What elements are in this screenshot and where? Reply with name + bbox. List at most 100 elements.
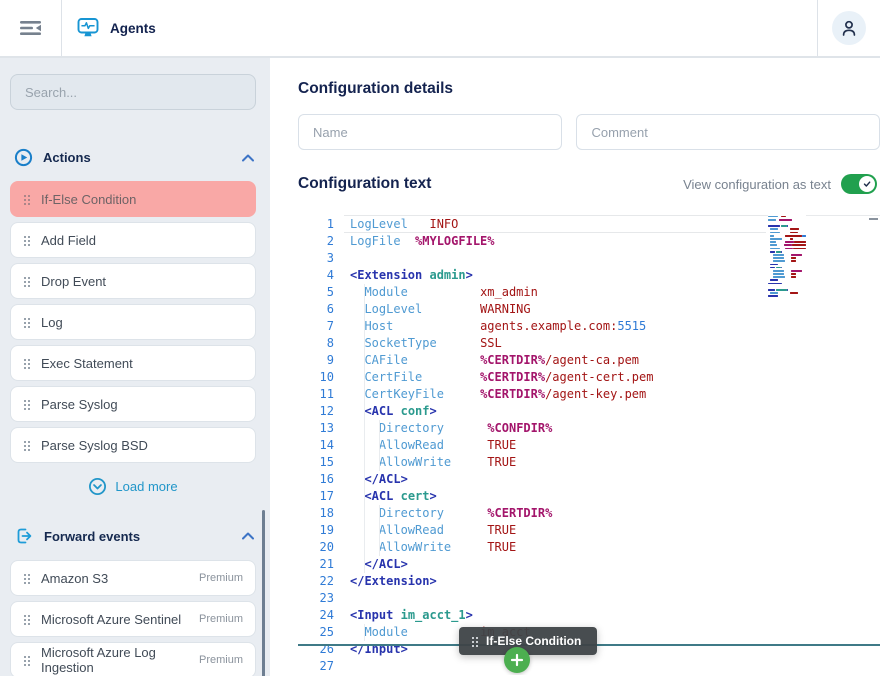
sidebar-item-if-else-condition[interactable]: If-Else Condition: [10, 181, 256, 217]
minimap-mark: [784, 257, 791, 259]
token-att: admin: [429, 268, 465, 282]
agents-monitor-icon: [76, 16, 100, 40]
code-text: LogLevel WARNING: [350, 301, 531, 318]
minimap-mark: [791, 260, 796, 262]
indent-guide: [364, 624, 365, 641]
token-pl: [350, 557, 364, 571]
minimap-mark: [777, 244, 784, 246]
token-val: /agent-ca.pem: [545, 353, 639, 367]
code-line[interactable]: 20 AllowWrite TRUE: [298, 539, 880, 556]
code-line[interactable]: 8 SocketType SSL: [298, 335, 880, 352]
minimap-mark: [791, 257, 796, 259]
indent-guide: [364, 471, 365, 488]
code-line[interactable]: 21 </ACL>: [298, 556, 880, 573]
chevron-up-icon[interactable]: [242, 532, 254, 540]
sidebar-item-parse-syslog-bsd[interactable]: Parse Syslog BSD: [10, 427, 256, 463]
indent-guide: [364, 522, 365, 539]
minimap-mark: [782, 238, 789, 240]
sidebar-item-exec-statement[interactable]: Exec Statement: [10, 345, 256, 381]
sidebar-section-actions-header[interactable]: Actions: [14, 148, 254, 167]
line-number: 13: [298, 420, 334, 437]
indent-guide: [364, 335, 365, 352]
token-val: xm_admin: [480, 285, 538, 299]
token-mac: %CERTDIR%: [480, 370, 545, 384]
line-number: 12: [298, 403, 334, 420]
code-text: <Extension admin>: [350, 267, 473, 284]
token-val: /agent-cert.pem: [545, 370, 653, 384]
name-field[interactable]: [298, 114, 562, 150]
sidebar-item-amazon-s3[interactable]: Amazon S3Premium: [10, 560, 256, 596]
comment-field[interactable]: [576, 114, 880, 150]
code-text: Directory %CONFDIR%: [350, 420, 552, 437]
token-kw: Directory: [379, 506, 444, 520]
item-label: Microsoft Azure Log Ingestion: [41, 645, 188, 675]
code-line[interactable]: 11 CertKeyFile %CERTDIR%/agent-key.pem: [298, 386, 880, 403]
code-line[interactable]: 15 AllowWrite TRUE: [298, 454, 880, 471]
add-drop-indicator: [504, 647, 530, 673]
code-line[interactable]: 18 Directory %CERTDIR%: [298, 505, 880, 522]
token-kw: AllowRead: [379, 438, 444, 452]
token-pl: [444, 506, 487, 520]
minimap-mark: [773, 257, 784, 259]
view-as-text-toggle[interactable]: [841, 174, 877, 194]
code-line[interactable]: 10 CertFile %CERTDIR%/agent-cert.pem: [298, 369, 880, 386]
sidebar-item-log[interactable]: Log: [10, 304, 256, 340]
token-pl: [408, 353, 480, 367]
sidebar-item-parse-syslog[interactable]: Parse Syslog: [10, 386, 256, 422]
sidebar-item-microsoft-azure-log-ingestion[interactable]: Microsoft Azure Log IngestionPremium: [10, 642, 256, 676]
indent-guide: [364, 454, 365, 471]
code-line[interactable]: 19 AllowRead TRUE: [298, 522, 880, 539]
forward-events-export-icon: [14, 526, 34, 546]
code-line[interactable]: 24<Input im_acct_1>: [298, 607, 880, 624]
code-line[interactable]: 9 CAFile %CERTDIR%/agent-ca.pem: [298, 352, 880, 369]
code-line[interactable]: 7 Host agents.example.com:5515: [298, 318, 880, 335]
sidebar-item-microsoft-azure-sentinel[interactable]: Microsoft Azure SentinelPremium: [10, 601, 256, 637]
indent-guide: [364, 284, 365, 301]
code-line[interactable]: 22</Extension>: [298, 573, 880, 590]
minimap-mark: [768, 219, 776, 221]
code-line[interactable]: 17 <ACL cert>: [298, 488, 880, 505]
indent-guide: [364, 301, 365, 318]
code-text: Module xm_admin: [350, 284, 538, 301]
line-number: 8: [298, 335, 334, 352]
sidebar-item-add-field[interactable]: Add Field: [10, 222, 256, 258]
minimap-mark: [784, 254, 791, 256]
chevron-up-icon[interactable]: [242, 154, 254, 162]
indent-guide: [364, 539, 365, 556]
token-tag: <Extension: [350, 268, 422, 282]
user-avatar[interactable]: [832, 11, 866, 45]
minimap-mark: [778, 292, 790, 294]
code-line[interactable]: 12 <ACL conf>: [298, 403, 880, 420]
token-tag: <Input: [350, 608, 393, 622]
token-pl: [350, 353, 364, 367]
code-line[interactable]: 27: [298, 658, 880, 675]
code-line[interactable]: 14 AllowRead TRUE: [298, 437, 880, 454]
token-num: 5515: [617, 319, 646, 333]
load-more-button[interactable]: Load more: [10, 477, 256, 496]
checkmark-icon: [862, 179, 872, 189]
search-input[interactable]: [10, 74, 256, 110]
minimap-mark: [774, 235, 785, 237]
collapse-sidebar-button[interactable]: [0, 0, 62, 56]
token-tag: >: [430, 489, 437, 503]
code-line[interactable]: 13 Directory %CONFDIR%: [298, 420, 880, 437]
token-pl: [350, 370, 364, 384]
drag-handle-icon: [23, 655, 30, 666]
code-text: </ACL>: [350, 471, 408, 488]
line-number: 19: [298, 522, 334, 539]
minimap-mark: [785, 235, 803, 237]
sidebar-item-drop-event[interactable]: Drop Event: [10, 263, 256, 299]
sidebar-scrollbar[interactable]: [262, 510, 265, 676]
token-kw: Host: [364, 319, 393, 333]
token-kw: LogLevel: [364, 302, 422, 316]
code-line[interactable]: 16 </ACL>: [298, 471, 880, 488]
indent-guide: [379, 539, 380, 556]
item-label: Parse Syslog: [41, 397, 118, 412]
code-text: AllowRead TRUE: [350, 522, 516, 539]
code-line[interactable]: 23: [298, 590, 880, 607]
editor-minimap[interactable]: [768, 215, 806, 305]
sidebar-section-forward-header[interactable]: Forward events: [14, 526, 254, 546]
drag-handle-icon: [23, 399, 30, 410]
configuration-details-heading: Configuration details: [298, 80, 880, 98]
configuration-code-editor[interactable]: 1LogLevel INFO2LogFile %MYLOGFILE%34<Ext…: [298, 210, 880, 675]
